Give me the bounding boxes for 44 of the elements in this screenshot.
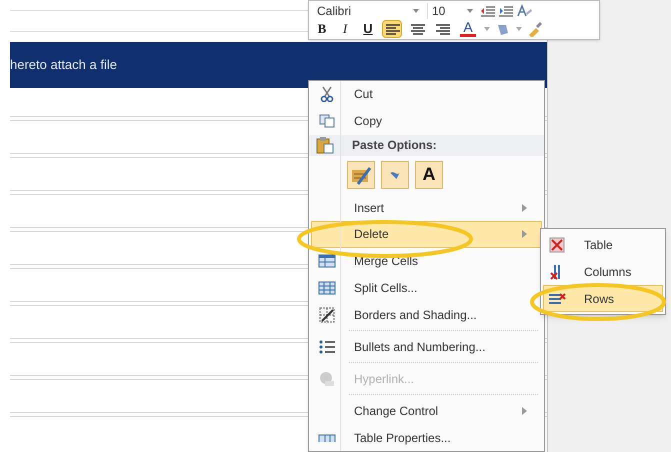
keep-text-only-button[interactable]: A xyxy=(415,160,443,189)
dropdown-arrow-icon xyxy=(413,8,419,13)
increase-indent-icon[interactable] xyxy=(499,4,513,17)
bullet-list-icon xyxy=(319,340,335,354)
italic-button[interactable]: I xyxy=(336,20,354,38)
delete-rows-icon xyxy=(548,292,566,306)
menu-item[interactable]: Split Cells... xyxy=(311,274,542,302)
font-color-button[interactable]: A xyxy=(457,20,479,38)
scissors-icon xyxy=(320,86,334,102)
menu-item[interactable]: Table Properties... xyxy=(311,424,542,451)
decrease-indent-icon[interactable] xyxy=(481,4,495,17)
delete-table-icon xyxy=(549,236,565,252)
merge-formatting-button[interactable] xyxy=(381,160,409,189)
keep-formatting-button[interactable] xyxy=(347,160,375,189)
banner-text: hereto attach a file xyxy=(10,56,117,74)
paste-options-heading: Paste Options: xyxy=(352,137,437,154)
font-name-field[interactable]: Calibri xyxy=(313,2,423,19)
table-grid-icon xyxy=(318,281,336,296)
submenu-item[interactable]: Table xyxy=(543,231,663,258)
globe-icon xyxy=(319,370,335,387)
clipboard-icon xyxy=(316,136,334,154)
menu-item[interactable]: Borders and Shading... xyxy=(311,302,542,328)
submenu-arrow-icon xyxy=(522,230,527,238)
arrow-icon xyxy=(389,170,401,180)
menu-item[interactable]: Bullets and Numbering... xyxy=(311,333,542,360)
styles-icon[interactable] xyxy=(517,4,533,18)
font-size-field[interactable]: 10 xyxy=(427,2,477,19)
menu-item[interactable]: Copy xyxy=(311,108,542,135)
submenu-item[interactable]: Columns xyxy=(543,258,663,285)
menu-item[interactable]: Insert xyxy=(311,194,542,221)
bold-button[interactable]: B xyxy=(313,20,331,38)
attach-file-banner[interactable]: hereto attach a file xyxy=(10,42,547,88)
submenu-arrow-icon xyxy=(522,406,527,415)
borders-icon xyxy=(319,307,335,324)
dropdown-arrow-icon xyxy=(467,8,473,13)
format-painter-icon[interactable] xyxy=(527,20,543,37)
table-icon xyxy=(318,254,336,268)
submenu-arrow-icon xyxy=(522,204,527,212)
menu-item[interactable]: Change Control xyxy=(311,397,542,424)
table-properties-icon xyxy=(318,434,336,442)
menu-item: Hyperlink... xyxy=(311,365,542,392)
underline-button[interactable]: U xyxy=(359,20,377,38)
copy-icon xyxy=(319,114,335,128)
align-left-button[interactable] xyxy=(382,20,402,38)
